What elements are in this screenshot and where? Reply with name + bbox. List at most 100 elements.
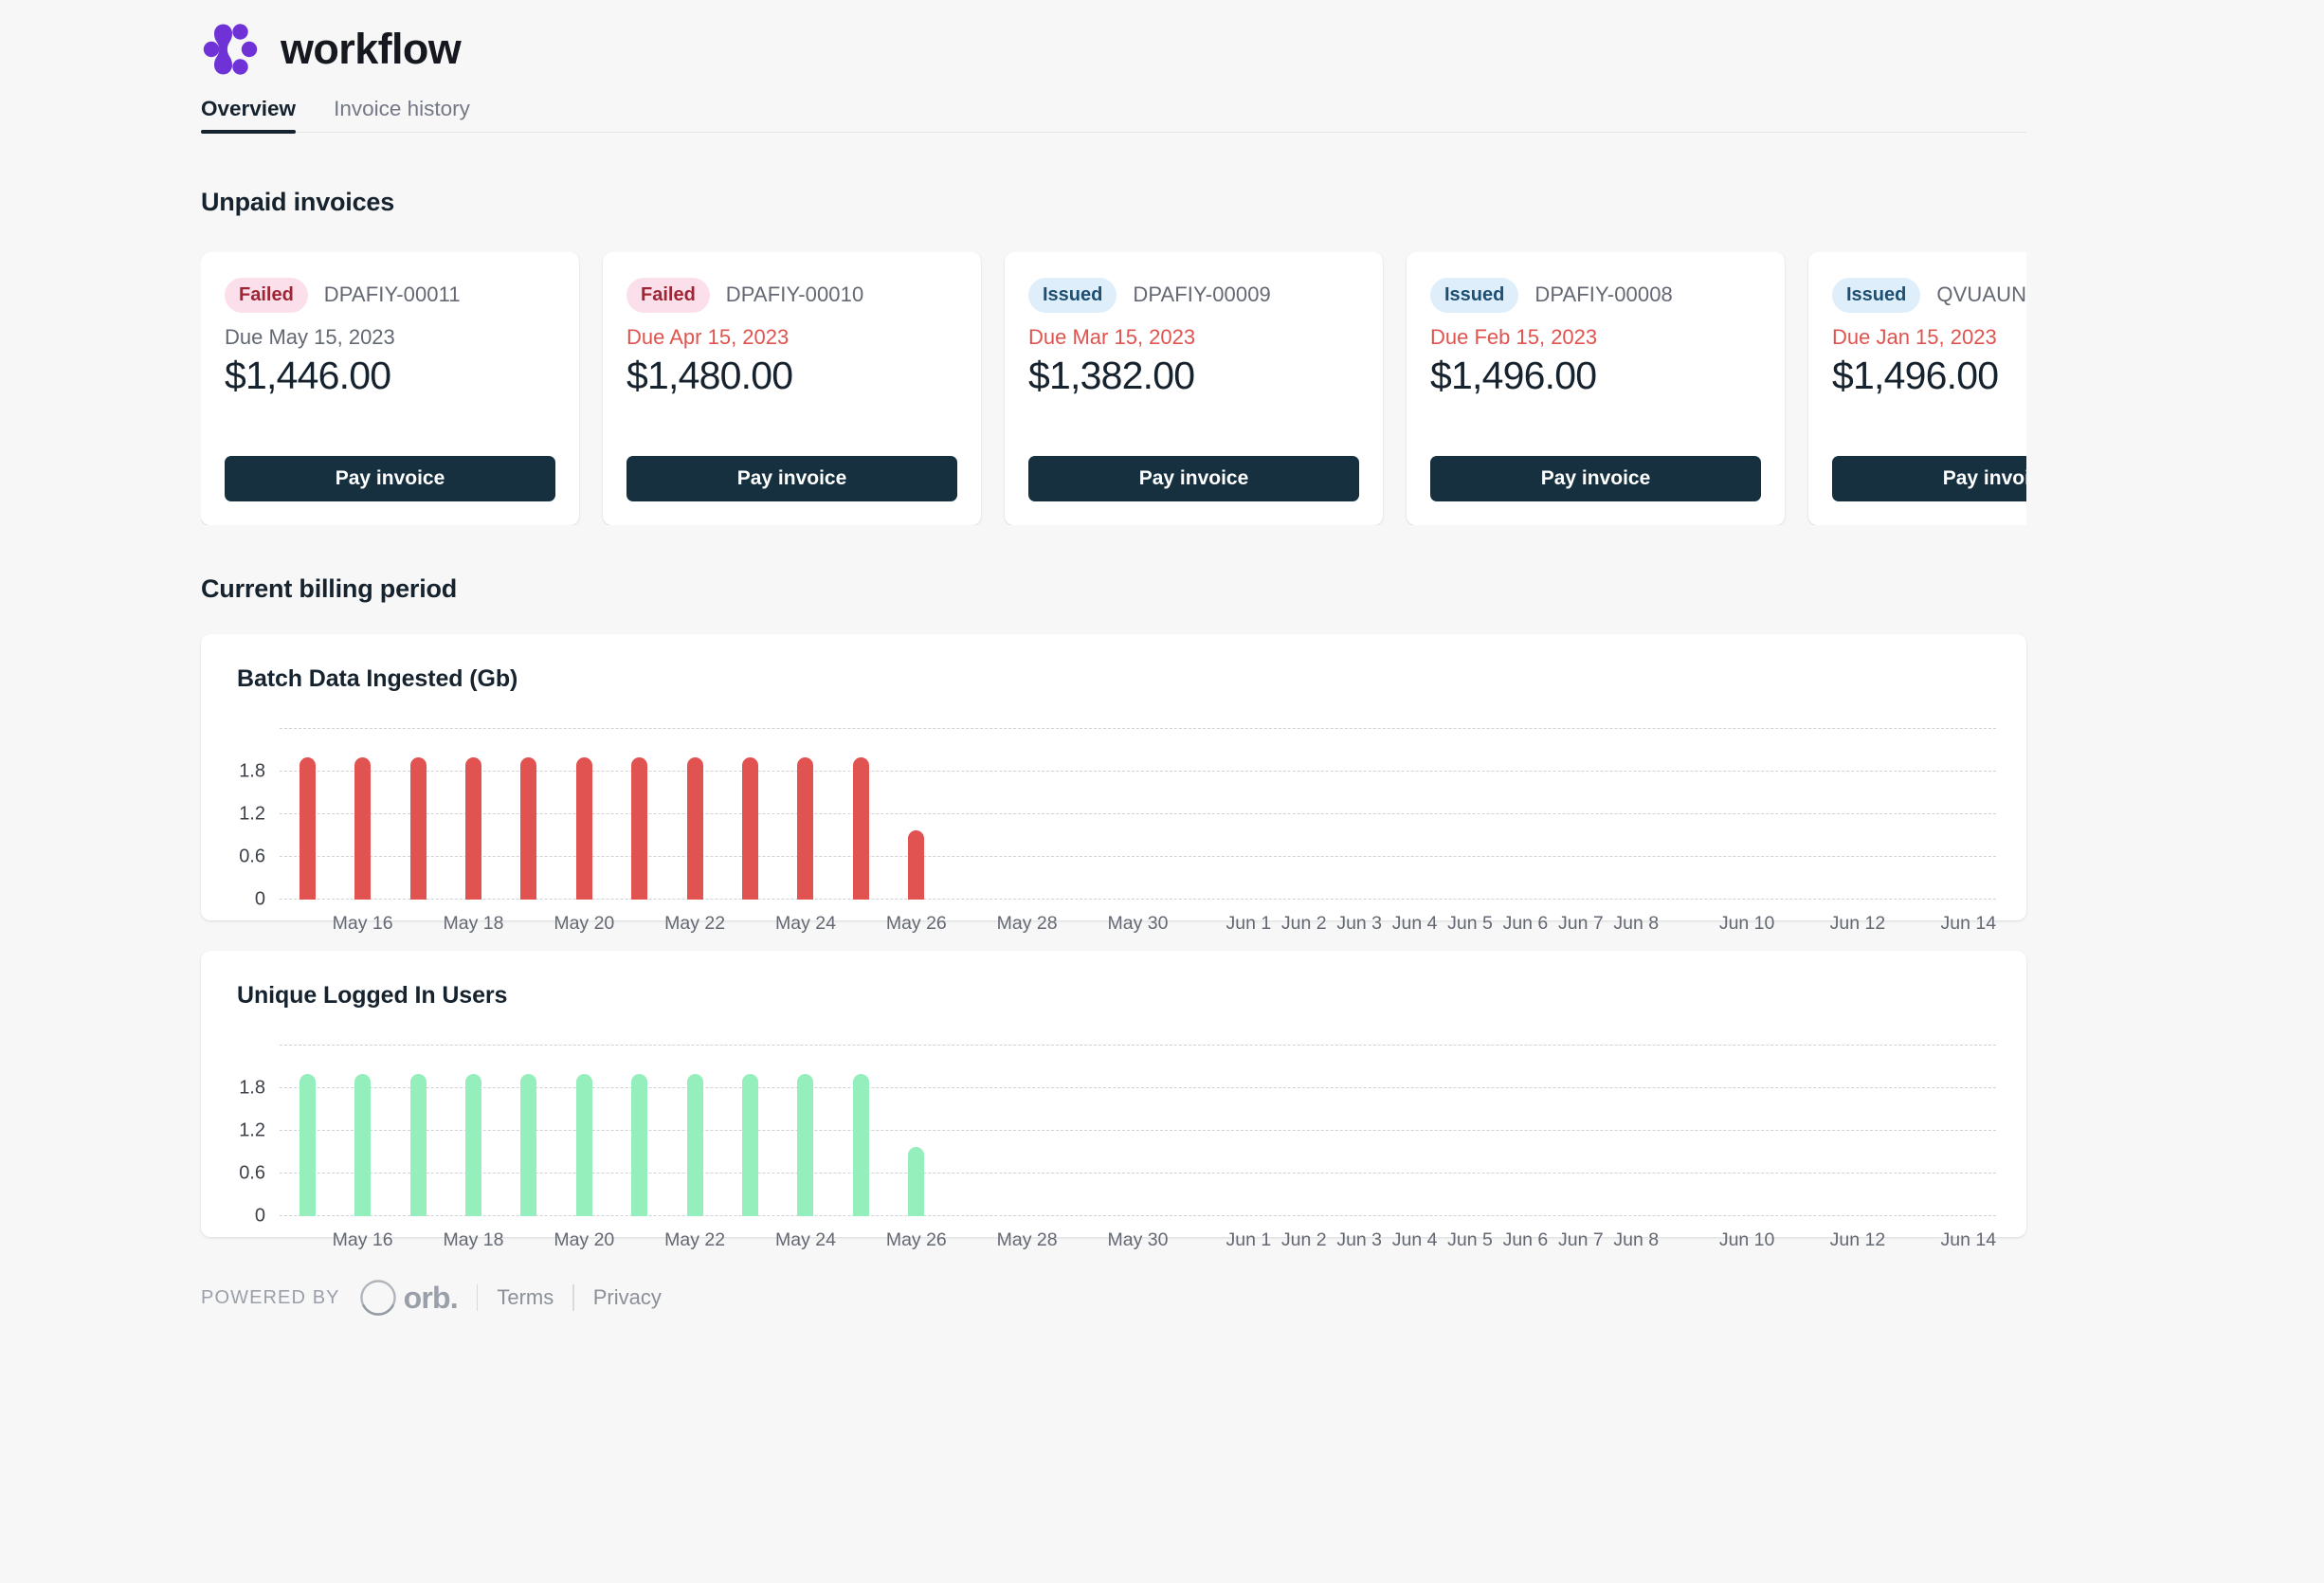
x-axis-tick-label: May 16 bbox=[332, 913, 393, 934]
x-axis-tick-label: Jun 2 bbox=[1280, 913, 1327, 934]
bar bbox=[852, 757, 869, 900]
unpaid-invoices-carousel[interactable]: Failed DPAFIY-00011 Due May 15, 2023 $1,446… bbox=[201, 252, 2026, 525]
x-axis-tick-label: Jun 1 bbox=[1226, 913, 1272, 934]
x-axis-tick-label: May 20 bbox=[554, 1229, 615, 1250]
y-axis-tick-label: 1.8 bbox=[239, 1077, 265, 1099]
bar bbox=[520, 757, 537, 900]
pay-invoice-button[interactable]: Pay invoice bbox=[626, 456, 957, 501]
chart-title-unique-users: Unique Logged In Users bbox=[237, 982, 508, 1009]
x-axis-tick-label: Jun 3 bbox=[1336, 1229, 1383, 1250]
invoice-number: DPAFIY-00011 bbox=[323, 282, 461, 306]
invoice-due-date: Due Feb 15, 2023 bbox=[1430, 325, 1598, 349]
invoice-card: Issued QVUAUN Due Jan 15, 2023 $1,496.00 Pay… bbox=[1808, 252, 2026, 525]
bar bbox=[742, 1074, 759, 1216]
x-axis-tick-label: May 18 bbox=[443, 913, 504, 934]
bar bbox=[464, 1074, 481, 1216]
invoice-card-header: Issued DPAFIY-00009 bbox=[1028, 277, 1359, 313]
x-axis-tick-label: Jun 5 bbox=[1447, 913, 1493, 934]
invoice-amount: $1,382.00 bbox=[1028, 354, 1195, 397]
x-axis-tick-label: Jun 6 bbox=[1502, 913, 1549, 934]
invoice-card-header: Issued DPAFIY-00008 bbox=[1430, 277, 1761, 313]
x-axis-tick-label: May 26 bbox=[885, 1229, 947, 1250]
bar bbox=[464, 757, 481, 900]
y-axis-tick-label: 0.6 bbox=[239, 1162, 265, 1184]
status-badge: Failed bbox=[626, 277, 710, 313]
unpaid-invoices-title: Unpaid invoices bbox=[201, 188, 395, 216]
tab-bar: Overview Invoice history bbox=[201, 82, 2026, 133]
footer-divider-2 bbox=[572, 1284, 574, 1311]
bar bbox=[409, 1074, 427, 1216]
y-axis-tick-label: 1.8 bbox=[239, 760, 265, 782]
status-badge: Issued bbox=[1430, 277, 1519, 313]
x-axis-tick-label: Jun 10 bbox=[1718, 913, 1775, 934]
footer-divider-1 bbox=[476, 1284, 479, 1311]
brand-name: workflow bbox=[281, 25, 462, 73]
invoice-amount: $1,496.00 bbox=[1832, 354, 1999, 397]
x-axis-tick-label: Jun 4 bbox=[1391, 913, 1438, 934]
x-axis-tick-label: Jun 10 bbox=[1718, 1229, 1775, 1250]
bar bbox=[354, 757, 372, 900]
bar bbox=[409, 757, 427, 900]
invoice-card: Failed DPAFIY-00010 Due Apr 15, 2023 $1,480… bbox=[603, 252, 981, 525]
bar bbox=[908, 830, 925, 900]
x-axis-tick-label: May 24 bbox=[774, 913, 836, 934]
bar bbox=[742, 757, 759, 900]
pay-invoice-button[interactable]: Pay invoice bbox=[225, 456, 555, 501]
invoice-amount: $1,480.00 bbox=[626, 354, 793, 397]
x-axis-unique-users: May 16 May 18 May 20 May 22 May 24 May 26 May … bbox=[280, 1216, 1996, 1256]
tab-overview[interactable]: Overview bbox=[201, 98, 297, 133]
x-axis-tick-label: May 20 bbox=[554, 913, 615, 934]
x-axis-tick-label: May 22 bbox=[664, 1229, 726, 1250]
y-axis-tick-label: 0 bbox=[254, 888, 265, 910]
x-axis-tick-label: Jun 1 bbox=[1226, 1229, 1272, 1250]
status-badge: Failed bbox=[225, 277, 308, 313]
invoice-card-header: Failed DPAFIY-00010 bbox=[626, 277, 957, 313]
powered-by-label: POWERED BY bbox=[201, 1286, 340, 1308]
x-axis-tick-label: May 16 bbox=[332, 1229, 393, 1250]
invoice-due-date: Due Apr 15, 2023 bbox=[626, 325, 790, 349]
bar bbox=[575, 1074, 592, 1216]
bar bbox=[299, 1074, 316, 1216]
bar-series bbox=[280, 1046, 1996, 1216]
bar bbox=[797, 757, 814, 900]
invoice-due-date: Due Mar 15, 2023 bbox=[1028, 325, 1196, 349]
invoice-card: Issued DPAFIY-00009 Due Mar 15, 2023 $1,382… bbox=[1005, 252, 1383, 525]
bar bbox=[575, 757, 592, 900]
invoice-card-list: Failed DPAFIY-00011 Due May 15, 2023 $1,446… bbox=[201, 252, 2026, 525]
invoice-card: Issued DPAFIY-00008 Due Feb 15, 2023 $1,496… bbox=[1407, 252, 1785, 525]
x-axis-tick-label: Jun 14 bbox=[1940, 913, 1997, 934]
bar bbox=[631, 757, 648, 900]
x-axis-tick-label: Jun 7 bbox=[1557, 1229, 1604, 1250]
terms-link[interactable]: Terms bbox=[497, 1285, 554, 1310]
bar bbox=[686, 757, 703, 900]
chart-title-batch-data: Batch Data Ingested (Gb) bbox=[237, 665, 518, 692]
bar bbox=[354, 1074, 372, 1216]
invoice-due-date: Due May 15, 2023 bbox=[225, 325, 395, 349]
x-axis-tick-label: May 28 bbox=[996, 913, 1058, 934]
x-axis-tick-label: Jun 6 bbox=[1502, 1229, 1549, 1250]
x-axis-tick-label: May 18 bbox=[443, 1229, 504, 1250]
invoice-amount: $1,496.00 bbox=[1430, 354, 1597, 397]
current-billing-period-title: Current billing period bbox=[201, 574, 458, 603]
pay-invoice-button[interactable]: Pay invoice bbox=[1832, 456, 2026, 501]
status-badge: Issued bbox=[1028, 277, 1117, 313]
page-root: workflow Overview Invoice history Unpaid… bbox=[0, 0, 2324, 1583]
y-axis-tick-label: 1.2 bbox=[239, 1119, 265, 1141]
chart-card-batch-data: Batch Data Ingested (Gb) 0 0.6 1.2 1.8 May … bbox=[201, 634, 2026, 934]
invoice-amount: $1,446.00 bbox=[225, 354, 391, 397]
privacy-link[interactable]: Privacy bbox=[593, 1285, 662, 1310]
tab-invoice-history[interactable]: Invoice history bbox=[334, 98, 470, 133]
status-badge: Issued bbox=[1832, 277, 1921, 313]
x-axis-tick-label: Jun 2 bbox=[1280, 1229, 1327, 1250]
x-axis-tick-label: May 24 bbox=[774, 1229, 836, 1250]
bar bbox=[797, 1074, 814, 1216]
y-axis-tick-label: 0.6 bbox=[239, 846, 265, 867]
x-axis-tick-label: May 28 bbox=[996, 1229, 1058, 1250]
pay-invoice-button[interactable]: Pay invoice bbox=[1430, 456, 1761, 501]
bar-series bbox=[280, 729, 1996, 900]
pay-invoice-button[interactable]: Pay invoice bbox=[1028, 456, 1359, 501]
page-footer: POWERED BY orb. Terms Privacy bbox=[201, 1273, 2026, 1322]
plot-area-batch-data: 0 0.6 1.2 1.8 bbox=[239, 728, 1996, 910]
x-axis-tick-label: Jun 7 bbox=[1557, 913, 1604, 934]
x-axis-tick-label: Jun 8 bbox=[1613, 1229, 1660, 1250]
